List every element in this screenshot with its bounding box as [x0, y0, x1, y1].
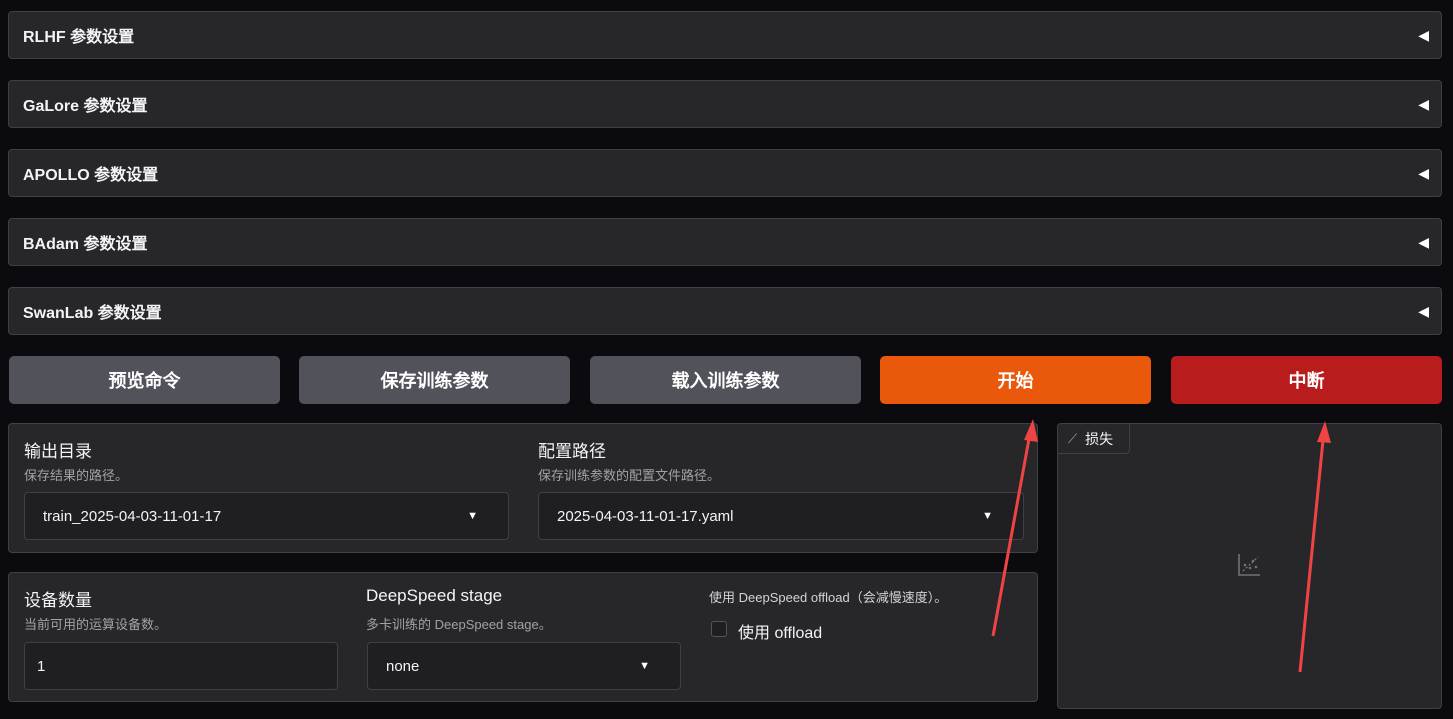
deepspeed-stage-info: 多卡训练的 DeepSpeed stage。 — [366, 617, 552, 632]
accordion-rlhf[interactable]: RLHF 参数设置 ◀ — [8, 11, 1442, 59]
offload-checkbox[interactable] — [711, 621, 727, 637]
device-count-input[interactable]: 1 — [24, 642, 338, 690]
config-path-select[interactable]: 2025-04-03-11-01-17.yaml ▼ — [538, 492, 1024, 540]
accordion-label: APOLLO 参数设置 — [23, 167, 159, 184]
accordion-swanlab[interactable]: SwanLab 参数设置 ◀ — [8, 287, 1442, 335]
offload-info: 使用 DeepSpeed offload（会减慢速度）。 — [709, 590, 948, 605]
load-args-button[interactable]: 载入训练参数 — [590, 356, 861, 404]
config-path-value: 2025-04-03-11-01-17.yaml — [557, 507, 734, 525]
accordion-badam[interactable]: BAdam 参数设置 ◀ — [8, 218, 1442, 266]
loss-plot-tag: ⟋ 损失 — [1058, 424, 1130, 454]
config-path-title: 配置路径 — [538, 442, 606, 461]
device-deepspeed-panel: 设备数量 当前可用的运算设备数。 1 DeepSpeed stage 多卡训练的… — [8, 572, 1038, 702]
collapse-arrow-icon: ◀ — [1418, 302, 1429, 319]
abort-button[interactable]: 中断 — [1171, 356, 1442, 404]
device-count-title: 设备数量 — [24, 591, 92, 610]
accordion-apollo[interactable]: APOLLO 参数设置 ◀ — [8, 149, 1442, 197]
dropdown-caret-icon: ▼ — [982, 510, 993, 522]
output-dir-title: 输出目录 — [24, 442, 92, 461]
offload-label[interactable]: 使用 offload — [738, 619, 822, 643]
accordion-label: GaLore 参数设置 — [23, 98, 148, 115]
device-count-info: 当前可用的运算设备数。 — [24, 617, 168, 632]
output-dir-info: 保存结果的路径。 — [24, 468, 129, 483]
start-button[interactable]: 开始 — [880, 356, 1151, 404]
collapse-arrow-icon: ◀ — [1418, 95, 1429, 112]
deepspeed-stage-select[interactable]: none ▼ — [367, 642, 681, 690]
empty-chart-icon — [1238, 554, 1260, 576]
collapse-arrow-icon: ◀ — [1418, 164, 1429, 181]
collapse-arrow-icon: ◀ — [1418, 26, 1429, 43]
output-dir-value: train_2025-04-03-11-01-17 — [43, 507, 222, 525]
output-dir-select[interactable]: train_2025-04-03-11-01-17 ▼ — [24, 492, 509, 540]
output-config-panel: 输出目录 保存结果的路径。 train_2025-04-03-11-01-17 … — [8, 423, 1038, 553]
dropdown-caret-icon: ▼ — [467, 510, 478, 522]
chart-icon: ⟋ — [1068, 430, 1078, 446]
deepspeed-stage-value: none — [386, 657, 420, 675]
loss-plot-label: 损失 — [1085, 430, 1114, 447]
accordion-galore[interactable]: GaLore 参数设置 ◀ — [8, 80, 1442, 128]
accordion-label: RLHF 参数设置 — [23, 29, 135, 46]
deepspeed-stage-title: DeepSpeed stage — [366, 586, 503, 605]
save-args-button[interactable]: 保存训练参数 — [299, 356, 570, 404]
config-path-info: 保存训练参数的配置文件路径。 — [538, 468, 721, 483]
dropdown-caret-icon: ▼ — [639, 660, 650, 672]
accordion-label: BAdam 参数设置 — [23, 236, 148, 253]
accordion-label: SwanLab 参数设置 — [23, 305, 162, 322]
collapse-arrow-icon: ◀ — [1418, 233, 1429, 250]
preview-command-button[interactable]: 预览命令 — [9, 356, 280, 404]
